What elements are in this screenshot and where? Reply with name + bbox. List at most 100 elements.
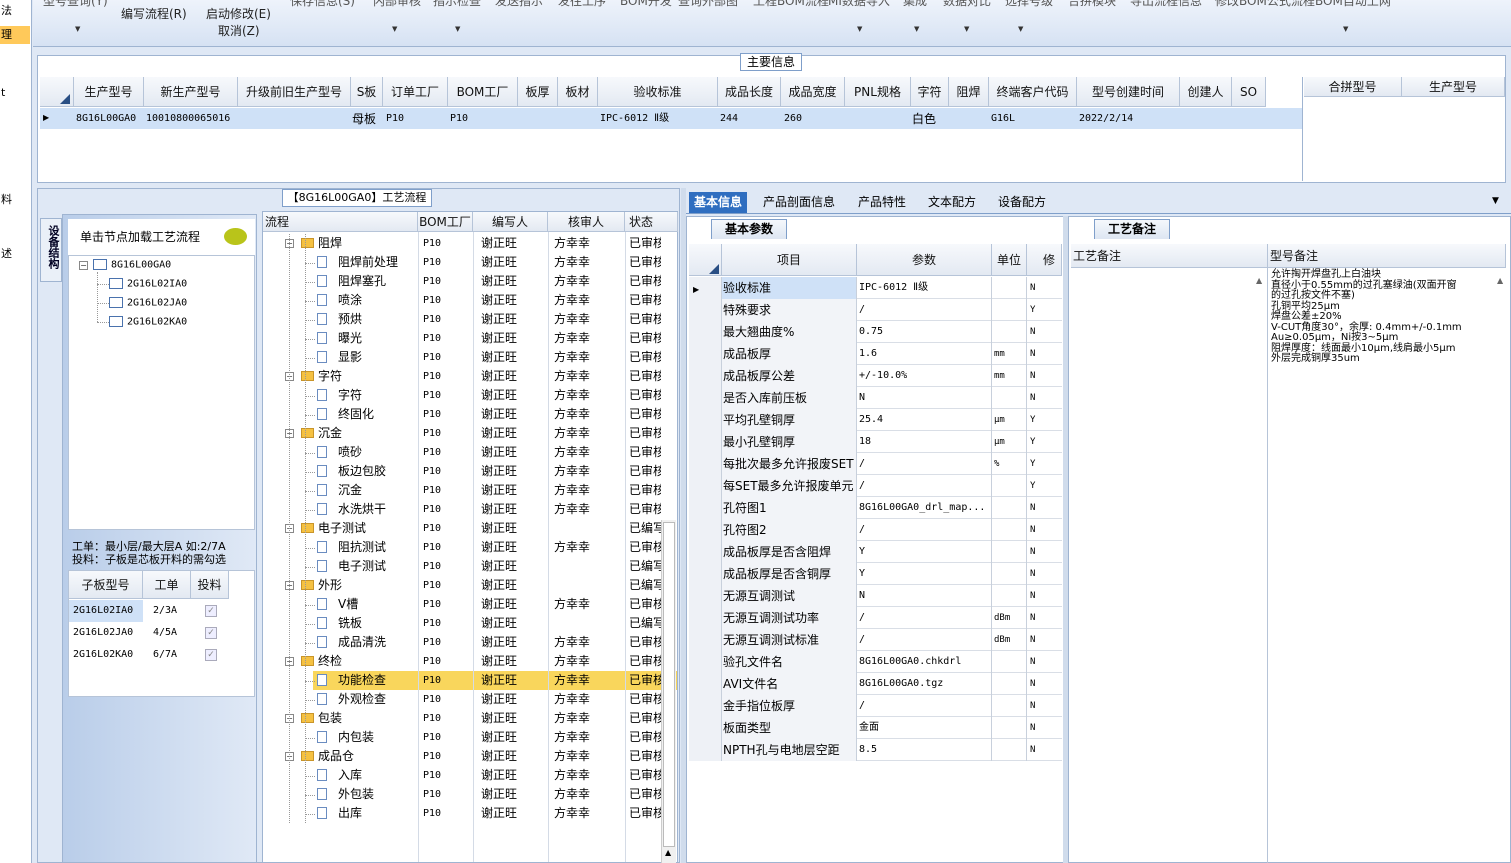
flow-step-name[interactable]: 字符 [338,386,418,405]
column-header[interactable]: 修改 [1027,244,1062,276]
toolbar-bom-formula-button[interactable]: 修改BOM公式流程 [1215,0,1315,9]
flow-scrollbar[interactable]: ▲ [661,520,676,863]
toolbar-integrate-button[interactable]: 集成 [903,0,927,9]
chevron-down-icon[interactable]: ▼ [75,25,80,33]
column-header[interactable]: 新生产型号 [144,77,238,107]
cell-standard[interactable]: IPC-6012 Ⅱ级 [600,109,669,129]
param-value[interactable]: +/-10.0% [857,365,992,387]
tree-node[interactable]: 2G16L02JA0 [109,297,187,309]
param-value[interactable]: 8G16L00GA0_drl_map... [857,497,992,519]
column-header[interactable]: 工艺备注 [1071,244,1268,268]
column-header[interactable]: BOM工厂 [418,212,473,232]
tab-profile-info[interactable]: 产品剖面信息 [758,192,840,213]
param-value[interactable]: Y [857,563,992,585]
column-header[interactable]: 创建人 [1180,77,1232,107]
left-nav-item[interactable]: 法 [0,2,30,20]
flow-step-name[interactable]: 功能检查 [338,671,418,690]
toolbar-save-button[interactable]: 保存信息(S) [290,0,355,9]
cell-sub-order[interactable]: 6/7A [153,645,177,665]
toolbar-send-button[interactable]: 发送指示 [495,0,543,9]
toolbar-write-flow-button[interactable]: 编写流程(R) [121,5,187,22]
toolbar-select-level-button[interactable]: 选择号级 [1005,0,1053,9]
flow-step-name[interactable]: 终检 [318,652,418,671]
flow-step-name[interactable]: 水洗烘干 [338,500,418,519]
param-value[interactable]: 8G16L00GA0.chkdrl [857,651,992,673]
flow-step-name[interactable]: 阻焊前处理 [338,253,418,272]
column-header[interactable]: 工单 [143,571,191,599]
toolbar-to-process-button[interactable]: 发往工序 [558,0,606,9]
scroll-up-icon[interactable]: ▲ [1256,276,1262,285]
toolbar-external-map-button[interactable]: 查询外部图 [678,0,738,9]
param-value[interactable]: / [857,519,992,541]
chevron-down-icon[interactable]: ▼ [392,25,397,33]
column-header[interactable]: 核审人 [548,212,625,232]
cell-bom-factory[interactable]: P10 [450,109,468,129]
param-row[interactable]: 是否入库前压板 N N [689,387,1062,409]
checkbox[interactable]: ✓ [205,627,217,639]
param-row[interactable]: 金手指位板厚 / N [689,695,1062,717]
flow-step-name[interactable]: 成品清洗 [338,633,418,652]
column-header[interactable]: 参数 [857,244,992,276]
param-row[interactable]: 最大翘曲度% 0.75 N [689,321,1062,343]
chevron-down-icon[interactable]: ▼ [1343,25,1348,33]
param-row[interactable]: 验孔文件名 8G16L00GA0.chkdrl N [689,651,1062,673]
cell-order-factory[interactable]: P10 [386,109,404,129]
chevron-down-icon[interactable]: ▼ [455,25,460,33]
param-row[interactable]: 成品板厚公差 +/-10.0% mm N [689,365,1062,387]
param-row[interactable]: 成品板厚是否含阻焊 Y N [689,541,1062,563]
param-value[interactable]: N [857,387,992,409]
flow-step-name[interactable]: 阻焊 [318,234,418,253]
column-header[interactable]: 升级前旧生产型号 [238,77,351,107]
column-header[interactable]: 合拼型号 [1304,77,1402,97]
toolbar-cancel-button[interactable]: 取消(Z) [218,22,260,39]
scroll-up-icon[interactable]: ▲ [665,848,671,857]
flow-step-name[interactable]: 板边包胶 [338,462,418,481]
flow-step-name[interactable]: 内包装 [338,728,418,747]
column-header[interactable]: 项目 [722,244,857,276]
flow-step-name[interactable]: 显影 [338,348,418,367]
tree-node[interactable]: 2G16L02KA0 [109,316,187,328]
column-header[interactable]: 投料 [191,571,229,599]
column-header[interactable]: PNL规格 [845,77,911,107]
toolbar-merge-button[interactable]: 合拼模块 [1068,0,1116,9]
column-header[interactable]: 流程 [263,212,418,232]
param-value[interactable]: 1.6 [857,343,992,365]
column-header[interactable]: 型号备注 [1268,244,1506,268]
param-value[interactable]: / [857,453,992,475]
column-header[interactable]: 成品长度 [718,77,781,107]
param-row[interactable]: AVI文件名 8G16L00GA0.tgz N [689,673,1062,695]
column-header[interactable]: 字符 [911,77,949,107]
flow-step-name[interactable]: 阻焊塞孔 [338,272,418,291]
param-value[interactable]: Y [857,541,992,563]
tab-text-recipe[interactable]: 文本配方 [923,192,981,213]
collapse-icon[interactable]: − [79,261,88,270]
column-header[interactable]: 板厚 [518,77,558,107]
toolbar-compare-button[interactable]: 数据对比 [943,0,991,9]
chevron-down-icon[interactable]: ▼ [857,25,862,33]
left-nav-item[interactable]: t [0,84,30,102]
column-header[interactable]: 订单工厂 [383,77,448,107]
flow-step-name[interactable]: 沉金 [338,481,418,500]
toolbar-mi-import-button[interactable]: MI数据导入 [828,0,890,9]
tree-node[interactable]: 8G16L00GA0 [93,259,171,271]
checkbox[interactable]: ✓ [205,605,217,617]
param-value[interactable]: 25.4 [857,409,992,431]
param-row[interactable]: 每SET最多允许报废单元 / Y [689,475,1062,497]
param-row[interactable]: 平均孔壁铜厚 25.4 μm Y [689,409,1062,431]
cell-new-model[interactable]: 10010800065016 [146,109,230,129]
toolbar-check-button[interactable]: 指示检查 [433,0,481,9]
flow-step-name[interactable]: 铣板 [338,614,418,633]
cell-customer[interactable]: G16L [991,109,1015,129]
flow-step-name[interactable]: 阻抗测试 [338,538,418,557]
param-row[interactable]: ▶ 验收标准 IPC-6012 Ⅱ级 N [689,277,1062,299]
cell-char[interactable]: 白色 [912,109,936,129]
param-row[interactable]: 无源互调测试 N N [689,585,1062,607]
speech-bubble-icon[interactable] [224,228,247,245]
flow-step-name[interactable]: 终固化 [338,405,418,424]
param-value[interactable]: 8G16L00GA0.tgz [857,673,992,695]
flow-step-name[interactable]: 电子测试 [338,557,418,576]
param-value[interactable]: / [857,299,992,321]
tab-equipment-recipe[interactable]: 设备配方 [993,192,1051,213]
column-header[interactable]: 阻焊 [949,77,989,107]
model-notes-text[interactable]: 允许掏开焊盘孔上白油块 直径小于0.55mm的过孔塞绿油(双面开窗 的过孔按文件不塞… [1271,269,1509,365]
